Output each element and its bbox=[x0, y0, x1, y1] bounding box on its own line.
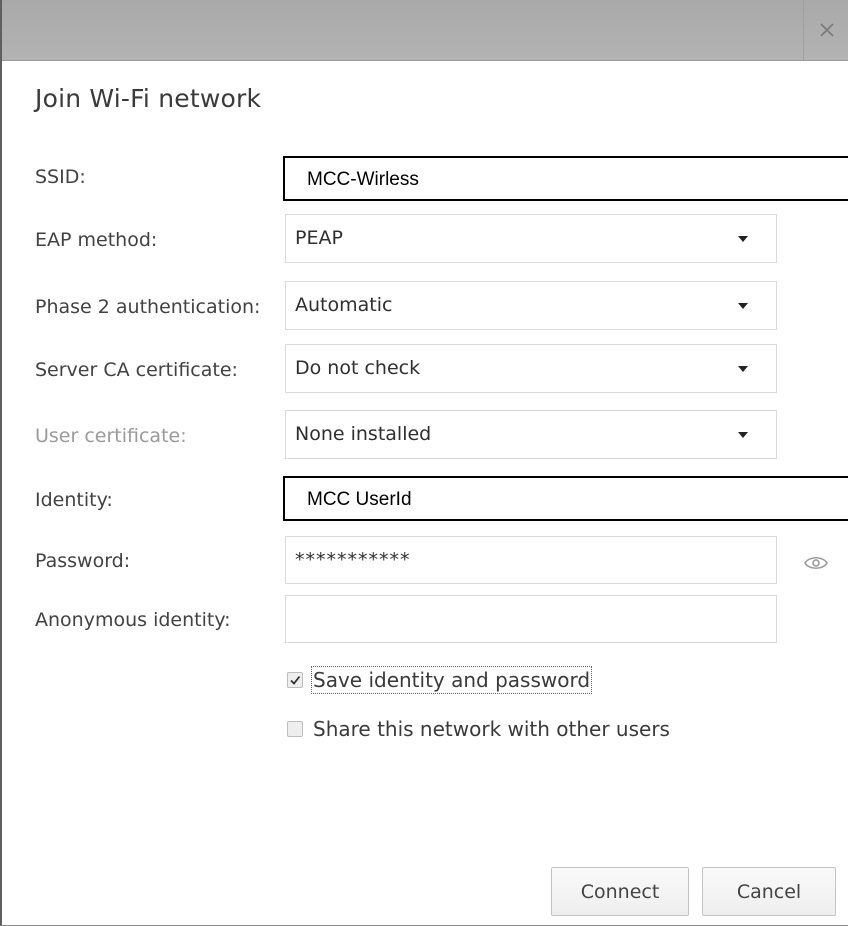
server-ca-label: Server CA certificate: bbox=[35, 359, 238, 381]
password-value: *********** bbox=[295, 549, 411, 571]
ssid-input[interactable]: MCC-Wirless bbox=[283, 156, 848, 201]
save-identity-label[interactable]: Save identity and password bbox=[310, 666, 593, 694]
checkmark-icon bbox=[290, 675, 301, 685]
identity-label: Identity: bbox=[35, 489, 113, 511]
join-wifi-dialog: Join Wi-Fi network SSID: MCC-Wirless EAP… bbox=[0, 0, 848, 926]
ssid-label: SSID: bbox=[35, 166, 86, 188]
save-identity-checkbox-row[interactable]: Save identity and password bbox=[287, 665, 593, 695]
share-network-checkbox[interactable] bbox=[287, 721, 303, 737]
eap-method-value: PEAP bbox=[295, 227, 343, 249]
chevron-down-icon bbox=[738, 236, 748, 242]
phase2-auth-select[interactable]: Automatic bbox=[285, 281, 777, 330]
phase2-auth-value: Automatic bbox=[295, 294, 393, 316]
user-cert-label: User certificate: bbox=[35, 425, 187, 447]
close-button[interactable] bbox=[803, 0, 848, 60]
cancel-button[interactable]: Cancel bbox=[702, 867, 836, 916]
save-identity-checkbox[interactable] bbox=[287, 672, 303, 688]
share-network-checkbox-row[interactable]: Share this network with other users bbox=[287, 714, 670, 744]
show-password-button[interactable] bbox=[802, 551, 830, 575]
eap-method-label: EAP method: bbox=[35, 229, 158, 251]
connect-button[interactable]: Connect bbox=[551, 867, 689, 916]
close-icon bbox=[820, 23, 834, 37]
dialog-title: Join Wi-Fi network bbox=[35, 84, 262, 113]
phase2-auth-label: Phase 2 authentication: bbox=[35, 296, 261, 318]
identity-input[interactable]: MCC UserId bbox=[283, 476, 848, 521]
password-label: Password: bbox=[35, 550, 131, 572]
chevron-down-icon bbox=[738, 366, 748, 372]
password-input[interactable]: *********** bbox=[285, 536, 777, 584]
identity-value: MCC UserId bbox=[307, 489, 412, 510]
server-ca-select[interactable]: Do not check bbox=[285, 344, 777, 393]
anonymous-identity-input[interactable] bbox=[285, 595, 777, 643]
title-bar bbox=[2, 0, 848, 61]
share-network-label[interactable]: Share this network with other users bbox=[313, 717, 670, 741]
server-ca-value: Do not check bbox=[295, 357, 421, 379]
eap-method-select[interactable]: PEAP bbox=[285, 214, 777, 263]
ssid-value: MCC-Wirless bbox=[307, 169, 419, 190]
eye-icon bbox=[804, 556, 828, 570]
user-cert-value: None installed bbox=[295, 423, 432, 445]
anonymous-identity-label: Anonymous identity: bbox=[35, 609, 231, 631]
chevron-down-icon bbox=[738, 303, 748, 309]
chevron-down-icon bbox=[738, 432, 748, 438]
user-cert-select[interactable]: None installed bbox=[285, 410, 777, 459]
